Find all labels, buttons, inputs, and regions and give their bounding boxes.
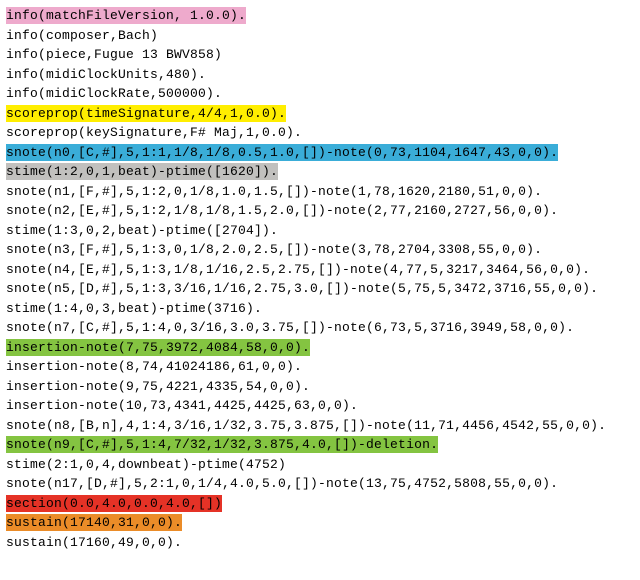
code-line: info(midiClockUnits,480). (6, 65, 634, 85)
code-text: snote(n9,[C,#],5,1:4,7/32,1/32,3.875,4.0… (6, 436, 438, 453)
code-text: snote(n5,[D,#],5,1:3,3/16,1/16,2.75,3.0,… (6, 281, 598, 296)
code-line: snote(n1,[F,#],5,1:2,0,1/8,1.0,1.5,[])-n… (6, 182, 634, 202)
code-text: scoreprop(timeSignature,4/4,1,0.0). (6, 105, 286, 122)
code-line: snote(n0,[C,#],5,1:1,1/8,1/8,0.5,1.0,[])… (6, 143, 634, 163)
code-line: snote(n9,[C,#],5,1:4,7/32,1/32,3.875,4.0… (6, 435, 634, 455)
code-line: scoreprop(keySignature,F# Maj,1,0.0). (6, 123, 634, 143)
code-line: insertion-note(8,74,41024186,61,0,0). (6, 357, 634, 377)
code-text: insertion-note(8,74,41024186,61,0,0). (6, 359, 302, 374)
code-listing: info(matchFileVersion, 1.0.0). info(compo… (6, 6, 634, 552)
code-text: info(midiClockUnits,480). (6, 67, 206, 82)
code-line: stime(1:3,0,2,beat)-ptime([2704]). (6, 221, 634, 241)
code-line: insertion-note(9,75,4221,4335,54,0,0). (6, 377, 634, 397)
code-text: snote(n0,[C,#],5,1:1,1/8,1/8,0.5,1.0,[])… (6, 144, 558, 161)
code-text: info(midiClockRate,500000). (6, 86, 222, 101)
code-text: sustain(17140,31,0,0). (6, 514, 182, 531)
code-line: stime(2:1,0,4,downbeat)-ptime(4752) (6, 455, 634, 475)
code-line: sustain(17160,49,0,0). (6, 533, 634, 553)
code-line: snote(n17,[D,#],5,2:1,0,1/4,4.0,5.0,[])-… (6, 474, 634, 494)
code-line: snote(n7,[C,#],5,1:4,0,3/16,3.0,3.75,[])… (6, 318, 634, 338)
code-text: info(composer,Bach) (6, 28, 158, 43)
code-line: insertion-note(7,75,3972,4084,58,0,0). (6, 338, 634, 358)
code-line: scoreprop(timeSignature,4/4,1,0.0). (6, 104, 634, 124)
code-text: insertion-note(7,75,3972,4084,58,0,0). (6, 339, 310, 356)
code-text: stime(1:3,0,2,beat)-ptime([2704]). (6, 223, 278, 238)
code-text: snote(n8,[B,n],4,1:4,3/16,1/32,3.75,3.87… (6, 418, 606, 433)
code-text: scoreprop(keySignature,F# Maj,1,0.0). (6, 125, 302, 140)
code-line: snote(n3,[F,#],5,1:3,0,1/8,2.0,2.5,[])-n… (6, 240, 634, 260)
code-text: snote(n1,[F,#],5,1:2,0,1/8,1.0,1.5,[])-n… (6, 184, 542, 199)
code-text: insertion-note(10,73,4341,4425,4425,63,0… (6, 398, 358, 413)
code-text: info(piece,Fugue 13 BWV858) (6, 47, 222, 62)
code-line: insertion-note(10,73,4341,4425,4425,63,0… (6, 396, 634, 416)
code-text: snote(n4,[E,#],5,1:3,1/8,1/16,2.5,2.75,[… (6, 262, 590, 277)
code-text: stime(2:1,0,4,downbeat)-ptime(4752) (6, 457, 286, 472)
code-line: info(piece,Fugue 13 BWV858) (6, 45, 634, 65)
code-text: stime(1:4,0,3,beat)-ptime(3716). (6, 301, 262, 316)
code-text: snote(n2,[E,#],5,1:2,1/8,1/8,1.5,2.0,[])… (6, 203, 558, 218)
code-line: stime(1:4,0,3,beat)-ptime(3716). (6, 299, 634, 319)
code-line: info(midiClockRate,500000). (6, 84, 634, 104)
code-text: snote(n7,[C,#],5,1:4,0,3/16,3.0,3.75,[])… (6, 320, 574, 335)
code-text: stime(1:2,0,1,beat)-ptime([1620]). (6, 163, 278, 180)
code-line: snote(n2,[E,#],5,1:2,1/8,1/8,1.5,2.0,[])… (6, 201, 634, 221)
code-line: snote(n8,[B,n],4,1:4,3/16,1/32,3.75,3.87… (6, 416, 634, 436)
code-text: info(matchFileVersion, 1.0.0). (6, 7, 246, 24)
code-text: sustain(17160,49,0,0). (6, 535, 182, 550)
code-line: snote(n5,[D,#],5,1:3,3/16,1/16,2.75,3.0,… (6, 279, 634, 299)
code-line: snote(n4,[E,#],5,1:3,1/8,1/16,2.5,2.75,[… (6, 260, 634, 280)
code-line: stime(1:2,0,1,beat)-ptime([1620]). (6, 162, 634, 182)
code-text: snote(n17,[D,#],5,2:1,0,1/4,4.0,5.0,[])-… (6, 476, 558, 491)
code-text: insertion-note(9,75,4221,4335,54,0,0). (6, 379, 310, 394)
code-text: section(0.0,4.0,0.0,4.0,[]) (6, 495, 222, 512)
code-line: info(composer,Bach) (6, 26, 634, 46)
code-text: snote(n3,[F,#],5,1:3,0,1/8,2.0,2.5,[])-n… (6, 242, 542, 257)
code-line: sustain(17140,31,0,0). (6, 513, 634, 533)
code-line: info(matchFileVersion, 1.0.0). (6, 6, 634, 26)
code-line: section(0.0,4.0,0.0,4.0,[]) (6, 494, 634, 514)
